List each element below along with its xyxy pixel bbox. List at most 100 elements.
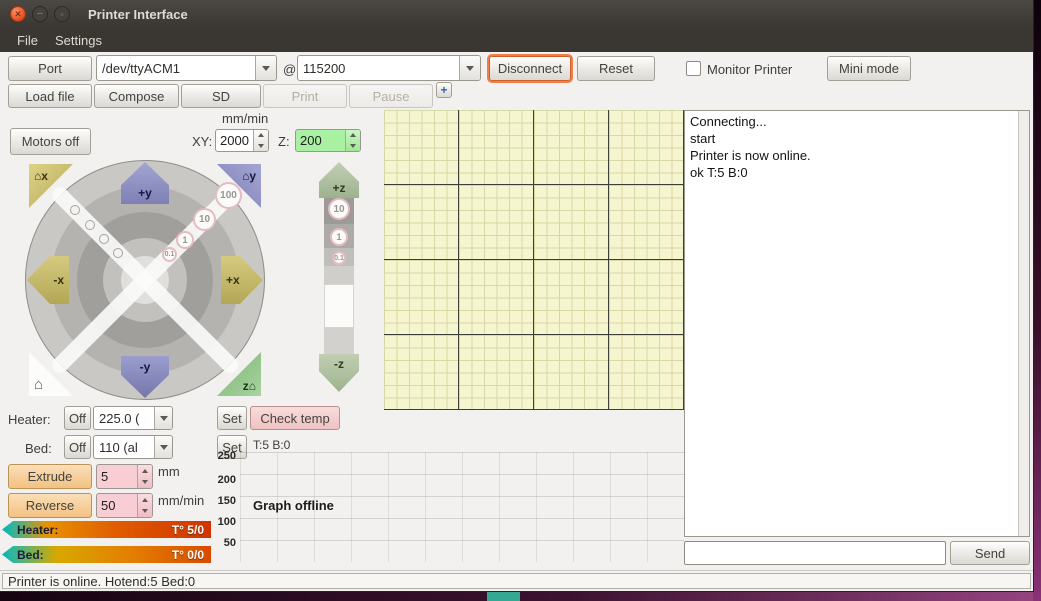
printer-interface-window: Printer Interface File Settings Port /de…: [0, 0, 1034, 592]
bed-gauge: Bed: T° 0/0: [2, 546, 211, 563]
extrude-button[interactable]: Extrude: [8, 464, 92, 489]
z-feed-value[interactable]: 200: [296, 130, 345, 151]
chevron-down-icon[interactable]: [255, 56, 276, 80]
log-line: Connecting...: [690, 114, 767, 129]
z-segment[interactable]: [324, 328, 354, 354]
minimize-icon[interactable]: [32, 6, 48, 22]
step-badge-100: 100: [215, 182, 242, 209]
graph-tick: 100: [217, 516, 236, 528]
jog-dot: [85, 220, 95, 230]
chevron-down-icon[interactable]: [154, 407, 172, 429]
xy-feed-spinner[interactable]: 2000: [215, 129, 269, 152]
menu-file[interactable]: File: [8, 28, 47, 52]
xy-jog-wheel[interactable]: 100 10 1 0.1 +y -y -x +x ⌂x ⌂y ⌂ z⌂: [25, 160, 265, 400]
reverse-button[interactable]: Reverse: [8, 493, 92, 518]
titlebar[interactable]: Printer Interface: [0, 0, 1033, 28]
menubar: File Settings: [0, 28, 1033, 52]
jog-z-minus-button[interactable]: -z: [319, 354, 359, 392]
extrude-speed-spinner[interactable]: 50: [96, 493, 153, 518]
status-text: Printer is online. Hotend:5 Bed:0: [2, 573, 1031, 589]
bed-gauge-label: Bed:: [17, 547, 44, 562]
bed-gauge-value: T° 0/0: [171, 547, 204, 562]
desktop-wallpaper-right: [1033, 0, 1041, 601]
sd-button[interactable]: SD: [181, 84, 261, 108]
extrude-unit-label: mm: [158, 464, 180, 479]
heater-off-button[interactable]: Off: [64, 406, 91, 430]
chevron-down-icon[interactable]: [154, 436, 172, 458]
xy-feed-label: XY:: [192, 134, 213, 149]
at-label: @: [283, 62, 297, 77]
disconnect-button[interactable]: Disconnect: [489, 56, 571, 81]
monitor-printer-checkbox[interactable]: [686, 61, 701, 76]
menu-settings[interactable]: Settings: [46, 28, 111, 52]
monitor-printer-label[interactable]: Monitor Printer: [707, 62, 792, 77]
bed-preset-combo[interactable]: 110 (al: [93, 435, 173, 459]
heater-gauge: Heater: T° 5/0: [2, 521, 211, 538]
chevron-down-icon[interactable]: [459, 56, 480, 80]
spinner-arrows[interactable]: [345, 130, 360, 151]
bed-off-button[interactable]: Off: [64, 435, 91, 459]
spin-down-icon[interactable]: [254, 141, 268, 152]
heater-label: Heater:: [8, 412, 51, 427]
extrude-speed-value[interactable]: 50: [97, 494, 137, 517]
spinner-arrows[interactable]: [137, 494, 152, 517]
jog-dot: [70, 205, 80, 215]
baud-combo-value[interactable]: 115200: [298, 56, 459, 80]
z-feed-spinner[interactable]: 200: [295, 129, 361, 152]
bed-preset-value[interactable]: 110 (al: [94, 436, 154, 458]
step-badge-1: 1: [176, 231, 194, 249]
send-button[interactable]: Send: [950, 541, 1030, 565]
log-console[interactable]: Connecting... start Printer is now onlin…: [684, 110, 1030, 537]
z-step-badge-1: 1: [330, 228, 348, 246]
spin-up-icon[interactable]: [254, 130, 268, 141]
log-line: ok T:5 B:0: [690, 165, 748, 180]
motors-off-button[interactable]: Motors off: [10, 128, 91, 155]
spinner-arrows[interactable]: [253, 130, 268, 151]
port-combo-value[interactable]: /dev/ttyACM1: [97, 56, 255, 80]
graph-tick: 200: [217, 474, 236, 486]
reset-button[interactable]: Reset: [577, 56, 655, 81]
heater-gauge-value: T° 5/0: [171, 522, 204, 537]
heater-preset-value[interactable]: 225.0 (: [94, 407, 154, 429]
graph-status-label: Graph offline: [253, 498, 334, 513]
step-badge-0-1: 0.1: [162, 247, 177, 262]
z-step-badge-10: 10: [328, 198, 350, 220]
spinner-arrows[interactable]: [137, 465, 152, 488]
xy-feed-value[interactable]: 2000: [216, 130, 253, 151]
heater-gauge-label: Heater:: [17, 522, 59, 537]
z-segment[interactable]: [324, 284, 354, 328]
load-file-button[interactable]: Load file: [8, 84, 92, 108]
heater-set-button[interactable]: Set: [217, 406, 247, 430]
log-line: start: [690, 131, 716, 146]
spin-down-icon[interactable]: [138, 477, 152, 489]
extrude-length-value[interactable]: 5: [97, 465, 137, 488]
add-custom-button[interactable]: +: [436, 82, 452, 98]
spin-down-icon[interactable]: [346, 141, 360, 152]
temp-readout: T:5 B:0: [253, 438, 291, 452]
spin-down-icon[interactable]: [138, 506, 152, 518]
z-jog-tower[interactable]: +z -z 10 1 0.1: [316, 162, 362, 394]
spin-up-icon[interactable]: [138, 494, 152, 506]
z-feed-label: Z:: [278, 134, 290, 149]
print-bed-grid[interactable]: [384, 110, 684, 410]
port-button[interactable]: Port: [8, 56, 92, 81]
graph-tick: 250: [217, 450, 236, 462]
extrude-length-spinner[interactable]: 5: [96, 464, 153, 489]
port-combo[interactable]: /dev/ttyACM1: [96, 55, 277, 81]
maximize-icon[interactable]: [54, 6, 70, 22]
command-input[interactable]: [684, 541, 946, 565]
spin-up-icon[interactable]: [138, 465, 152, 477]
jog-dot: [99, 234, 109, 244]
check-temp-button[interactable]: Check temp: [250, 406, 340, 430]
heater-preset-combo[interactable]: 225.0 (: [93, 406, 173, 430]
z-segment[interactable]: [324, 266, 354, 284]
window-title: Printer Interface: [88, 6, 188, 22]
jog-z-plus-button[interactable]: +z: [319, 162, 359, 198]
spin-up-icon[interactable]: [346, 130, 360, 141]
close-icon[interactable]: [10, 6, 26, 22]
graph-tick: 50: [223, 537, 236, 549]
mini-mode-button[interactable]: Mini mode: [827, 56, 911, 81]
log-scrollbar[interactable]: [1018, 111, 1029, 536]
compose-button[interactable]: Compose: [94, 84, 179, 108]
baud-combo[interactable]: 115200: [297, 55, 481, 81]
